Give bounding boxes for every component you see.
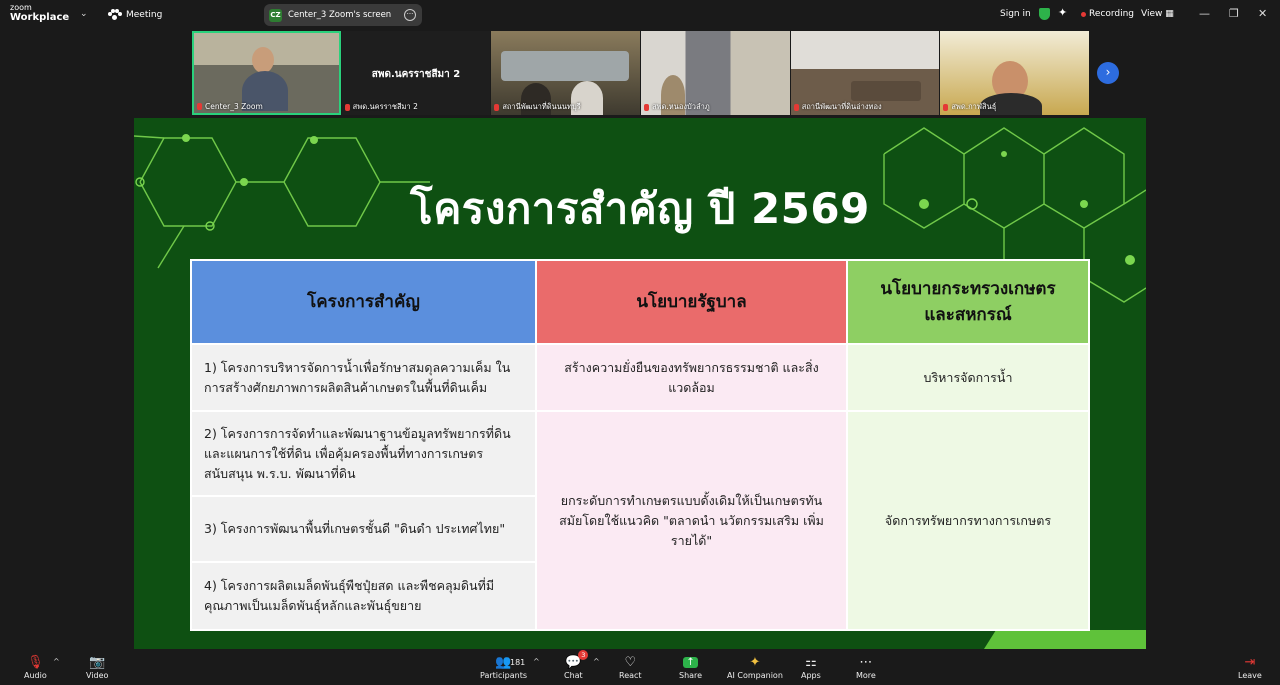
column-header-ministry-policy: นโยบายกระทรวงเกษตร และสหกรณ์ xyxy=(848,261,1088,343)
participants-label: Participants xyxy=(480,671,527,680)
muted-mic-icon: 🎙 xyxy=(27,654,44,670)
chevron-right-icon: › xyxy=(1105,65,1111,79)
next-page-button[interactable]: › xyxy=(1097,62,1119,84)
sign-in-link[interactable]: Sign in xyxy=(1000,9,1031,19)
apps-button[interactable]: ⚏ Apps xyxy=(801,653,821,681)
video-label: Video xyxy=(86,671,109,680)
table-cell-project: 3) โครงการพัฒนาพื้นที่เกษตรชั้นดี "ดินดำ… xyxy=(192,497,535,561)
participant-tag: สพด.นครราชสีมา 2 xyxy=(344,101,418,113)
ai-sparkle-icon: ✦ xyxy=(749,654,761,670)
table-cell-project: 1) โครงการบริหารจัดการน้ำเพื่อรักษาสมดุล… xyxy=(192,345,535,410)
shared-screen-label: Center_3 Zoom's screen xyxy=(288,10,392,20)
logo-line2: Workplace xyxy=(10,12,70,23)
minimize-icon[interactable]: — xyxy=(1199,7,1210,20)
participant-name: สถานีพัฒนาที่ดินอ่างทอง xyxy=(801,102,882,111)
participant-tag: สพด.กาฬสินธุ์ xyxy=(943,101,996,113)
chat-badge: 3 xyxy=(578,650,589,660)
recording-indicator[interactable]: Recording xyxy=(1081,9,1134,19)
paw-icon xyxy=(108,9,122,21)
chat-icon: 💬 3 xyxy=(565,650,589,671)
chat-caret-icon[interactable]: ^ xyxy=(593,657,600,666)
audio-button[interactable]: 🎙 Audio xyxy=(24,653,47,681)
muted-mic-icon xyxy=(197,103,202,110)
column-header-gov-policy: นโยบายรัฐบาล xyxy=(537,261,846,343)
apps-icon: ⚏ xyxy=(805,654,817,670)
recording-label: Recording xyxy=(1089,9,1135,19)
projects-table: โครงการสำคัญ นโยบายรัฐบาล นโยบายกระทรวงเ… xyxy=(190,259,1090,631)
shared-slide: โครงการสำคัญ ปี 2569 โครงการสำคัญ นโยบาย… xyxy=(134,118,1146,649)
view-label: View xyxy=(1141,9,1163,19)
participant-name: สถานีพัฒนาที่ดินนนทบุรี xyxy=(502,102,581,111)
chat-label: Chat xyxy=(564,671,583,680)
table-cell-ministry-policy: จัดการทรัพยากรทางการเกษตร xyxy=(848,412,1088,629)
chat-button[interactable]: 💬 3 Chat xyxy=(564,650,589,680)
share-screen-icon: ↑ xyxy=(683,653,698,671)
participant-tag: สพด.หนองบัวลำภู xyxy=(644,101,710,113)
table-cell-project: 2) โครงการการจัดทำและพัฒนาฐานข้อมูลทรัพย… xyxy=(192,412,535,495)
more-icon: ⋯ xyxy=(859,654,873,670)
participant-video[interactable]: สพด.กาฬสินธุ์ xyxy=(940,31,1090,115)
video-thumbnails: Center_3 Zoom สพด.นครราชสีมา 2 สพด.นครรา… xyxy=(192,31,1090,115)
participant-tag: สถานีพัฒนาที่ดินนนทบุรี xyxy=(494,101,581,113)
more-label: More xyxy=(856,671,876,680)
participants-count: 181 xyxy=(510,658,526,667)
ai-companion-label: AI Companion xyxy=(727,671,783,680)
participant-tag: สถานีพัฒนาที่ดินอ่างทอง xyxy=(793,101,882,113)
ai-companion-button[interactable]: ✦ AI Companion xyxy=(727,653,783,681)
meeting-toolbar: 🎙 Audio ^ 📷 Video 👥 Participants 181 ^ 💬… xyxy=(0,649,1280,685)
participant-video[interactable]: สพด.หนองบัวลำภู xyxy=(641,31,790,115)
slide-title: โครงการสำคัญ ปี 2569 xyxy=(410,184,870,233)
react-label: React xyxy=(619,671,642,680)
share-label: Share xyxy=(679,671,703,680)
heart-icon: ♡ xyxy=(624,654,637,670)
leave-button[interactable]: ⇥ Leave xyxy=(1238,653,1262,681)
muted-mic-icon xyxy=(644,103,650,111)
table-cell-gov-policy: สร้างความยั่งยืนของทรัพยากรธรรมชาติ และส… xyxy=(537,345,846,410)
record-dot-icon xyxy=(1081,11,1086,17)
table-cell-project: 4) โครงการผลิตเมล็ดพันธุ์พืชปุ๋ยสด และพื… xyxy=(192,563,535,629)
shield-icon[interactable] xyxy=(1039,8,1050,20)
leave-icon: ⇥ xyxy=(1244,654,1256,670)
top-bar: zoom Workplace ⌄ Meeting CZ Center_3 Zoo… xyxy=(0,0,1280,30)
shared-screen-pill[interactable]: CZ Center_3 Zoom's screen ··· xyxy=(264,4,422,26)
participant-name: สพด.กาฬสินธุ์ xyxy=(951,102,997,111)
participant-name: สพด.นครราชสีมา 2 xyxy=(352,102,418,111)
view-button[interactable]: View ▦ xyxy=(1141,9,1174,19)
muted-mic-icon xyxy=(344,103,350,111)
zoom-logo[interactable]: zoom Workplace xyxy=(10,3,69,23)
react-button[interactable]: ♡ React xyxy=(619,653,642,681)
muted-mic-icon xyxy=(494,103,500,111)
share-button[interactable]: ↑ Share xyxy=(679,653,702,680)
audio-options-caret-icon[interactable]: ^ xyxy=(53,657,60,666)
share-avatar-badge: CZ xyxy=(269,8,282,22)
audio-label: Audio xyxy=(24,671,47,680)
leave-label: Leave xyxy=(1238,671,1262,680)
table-cell-gov-policy: ยกระดับการทำเกษตรแบบดั้งเดิมให้เป็นเกษตร… xyxy=(537,412,846,629)
participant-name: Center_3 Zoom xyxy=(205,102,263,111)
participants-caret-icon[interactable]: ^ xyxy=(533,657,540,666)
chevron-down-icon[interactable]: ⌄ xyxy=(80,9,88,19)
participant-video[interactable]: สพด.นครราชสีมา 2 สพด.นครราชสีมา 2 xyxy=(341,31,491,115)
table-cell-ministry-policy: บริหารจัดการน้ำ xyxy=(848,345,1088,410)
ai-sparkle-icon[interactable]: ✦ xyxy=(1058,6,1067,19)
apps-label: Apps xyxy=(801,671,821,680)
meeting-menu[interactable]: Meeting xyxy=(108,9,162,21)
participant-display-name: สพด.นครราชสีมา 2 xyxy=(371,69,461,80)
more-options-icon[interactable]: ··· xyxy=(404,9,416,21)
more-button[interactable]: ⋯ More xyxy=(856,653,876,681)
close-icon[interactable]: ✕ xyxy=(1258,7,1267,20)
muted-mic-icon xyxy=(793,103,799,111)
restore-icon[interactable]: ❐ xyxy=(1229,7,1239,20)
column-header-projects: โครงการสำคัญ xyxy=(192,261,535,343)
participant-video[interactable]: Center_3 Zoom xyxy=(192,31,341,115)
grid-icon: ▦ xyxy=(1165,9,1174,19)
muted-mic-icon xyxy=(943,103,949,111)
participant-tag: Center_3 Zoom xyxy=(197,102,263,111)
video-button[interactable]: 📷 Video xyxy=(86,653,109,681)
participant-video[interactable]: สถานีพัฒนาที่ดินอ่างทอง xyxy=(790,31,940,115)
participant-video[interactable]: สถานีพัฒนาที่ดินนนทบุรี xyxy=(491,31,641,115)
meeting-label: Meeting xyxy=(126,10,163,20)
participant-name: สพด.หนองบัวลำภู xyxy=(652,102,710,111)
video-off-icon: 📷 xyxy=(89,654,106,670)
